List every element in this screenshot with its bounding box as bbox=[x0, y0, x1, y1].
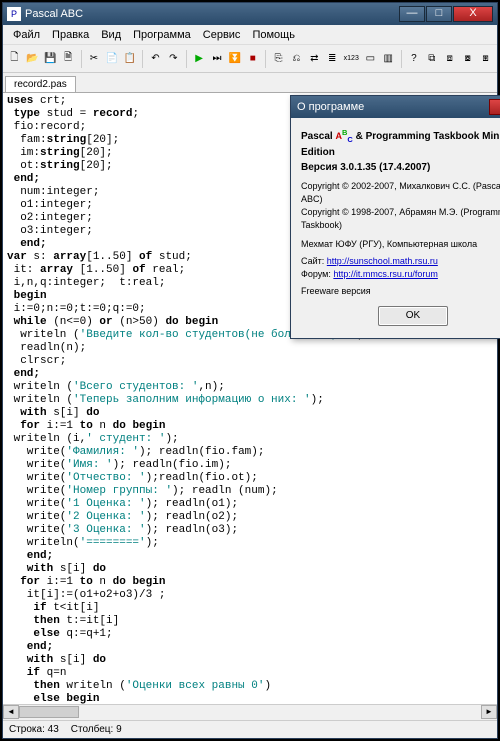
forum-row: Форум: http://it.mmcs.rsu.ru/forum bbox=[301, 268, 500, 281]
menu-edit[interactable]: Правка bbox=[46, 27, 95, 43]
dialog-titlebar: О программе X bbox=[291, 96, 500, 118]
app-icon: P bbox=[7, 7, 21, 21]
step-icon[interactable]: ⏭ bbox=[210, 50, 225, 68]
dialog-body: Pascal ABC & Programming Taskbook Mini E… bbox=[291, 118, 500, 338]
freeware-text: Freeware версия bbox=[301, 285, 500, 298]
redo-icon[interactable]: ↷ bbox=[166, 50, 181, 68]
menu-program[interactable]: Программа bbox=[127, 27, 197, 43]
dialog-close-button[interactable]: X bbox=[489, 99, 500, 115]
menu-service[interactable]: Сервис bbox=[197, 27, 247, 43]
about-dialog: О программе X Pascal ABC & Programming T… bbox=[290, 95, 500, 339]
scroll-track[interactable] bbox=[19, 705, 481, 720]
separator bbox=[265, 50, 266, 68]
site-link[interactable]: http://sunschool.math.rsu.ru bbox=[327, 256, 438, 266]
statusbar: Строка: 43 Столбец: 9 bbox=[3, 720, 497, 738]
scroll-thumb[interactable] bbox=[19, 706, 79, 718]
tool6-icon[interactable]: ▭ bbox=[363, 50, 378, 68]
toolbar: 🗋 📂 💾 🗎 ✂ 📄 📋 ↶ ↷ ▶ ⏭ ⏬ ■ ⎘ ⎌ ⇄ ≣ x123 ▭… bbox=[3, 45, 497, 73]
separator bbox=[81, 50, 82, 68]
menu-file[interactable]: Файл bbox=[7, 27, 46, 43]
maximize-button[interactable]: □ bbox=[426, 6, 452, 22]
copyright2: Copyright © 1998-2007, Абрамян М.Э. (Pro… bbox=[301, 206, 500, 232]
tool2-icon[interactable]: ⎌ bbox=[289, 50, 304, 68]
tab-file[interactable]: record2.pas bbox=[5, 76, 76, 92]
abc-logo-icon: ABC bbox=[335, 126, 352, 146]
scroll-right-icon[interactable]: ► bbox=[481, 705, 497, 719]
menu-view[interactable]: Вид bbox=[95, 27, 127, 43]
run-icon[interactable]: ▶ bbox=[192, 50, 207, 68]
scroll-left-icon[interactable]: ◄ bbox=[3, 705, 19, 719]
dialog-title: О программе bbox=[297, 101, 489, 113]
saveall-icon[interactable]: 🗎 bbox=[61, 50, 76, 68]
product-line: Pascal ABC & Programming Taskbook Mini E… bbox=[301, 126, 500, 159]
tool1-icon[interactable]: ⎘ bbox=[271, 50, 286, 68]
titlebar: P Pascal ABC — □ X bbox=[3, 3, 497, 25]
status-column: Столбец: 9 bbox=[71, 724, 122, 735]
tabbar: record2.pas bbox=[3, 73, 497, 93]
new-icon[interactable]: 🗋 bbox=[7, 50, 22, 68]
menu-help[interactable]: Помощь bbox=[246, 27, 301, 43]
help5-icon[interactable]: ⧆ bbox=[478, 50, 493, 68]
stepinto-icon[interactable]: ⏬ bbox=[227, 50, 242, 68]
save-icon[interactable]: 💾 bbox=[43, 50, 58, 68]
separator bbox=[142, 50, 143, 68]
copy-icon[interactable]: 📄 bbox=[104, 50, 119, 68]
tool5-icon[interactable]: x123 bbox=[343, 50, 360, 68]
minimize-button[interactable]: — bbox=[399, 6, 425, 22]
undo-icon[interactable]: ↶ bbox=[148, 50, 163, 68]
org-text: Мехмат ЮФУ (РГУ), Компьютерная школа bbox=[301, 238, 500, 251]
help4-icon[interactable]: ⧇ bbox=[460, 50, 475, 68]
site-row: Сайт: http://sunschool.math.rsu.ru bbox=[301, 255, 500, 268]
separator bbox=[186, 50, 187, 68]
close-button[interactable]: X bbox=[453, 6, 493, 22]
tool7-icon[interactable]: ▥ bbox=[381, 50, 396, 68]
stop-icon[interactable]: ■ bbox=[245, 50, 260, 68]
status-line: Строка: 43 bbox=[9, 724, 59, 735]
help1-icon[interactable]: ? bbox=[406, 50, 421, 68]
copyright1: Copyright © 2002-2007, Михалкович С.С. (… bbox=[301, 180, 500, 206]
menubar: Файл Правка Вид Программа Сервис Помощь bbox=[3, 25, 497, 45]
window-title: Pascal ABC bbox=[25, 8, 399, 20]
horizontal-scrollbar[interactable]: ◄ ► bbox=[3, 704, 497, 720]
forum-link[interactable]: http://it.mmcs.rsu.ru/forum bbox=[333, 269, 438, 279]
help3-icon[interactable]: ⧈ bbox=[442, 50, 457, 68]
open-icon[interactable]: 📂 bbox=[25, 50, 40, 68]
ok-button[interactable]: OK bbox=[378, 306, 448, 326]
paste-icon[interactable]: 📋 bbox=[122, 50, 137, 68]
tool3-icon[interactable]: ⇄ bbox=[307, 50, 322, 68]
version-text: Версия 3.0.1.35 (17.4.2007) bbox=[301, 161, 500, 174]
cut-icon[interactable]: ✂ bbox=[86, 50, 101, 68]
separator bbox=[401, 50, 402, 68]
help2-icon[interactable]: ⧉ bbox=[424, 50, 439, 68]
tool4-icon[interactable]: ≣ bbox=[325, 50, 340, 68]
